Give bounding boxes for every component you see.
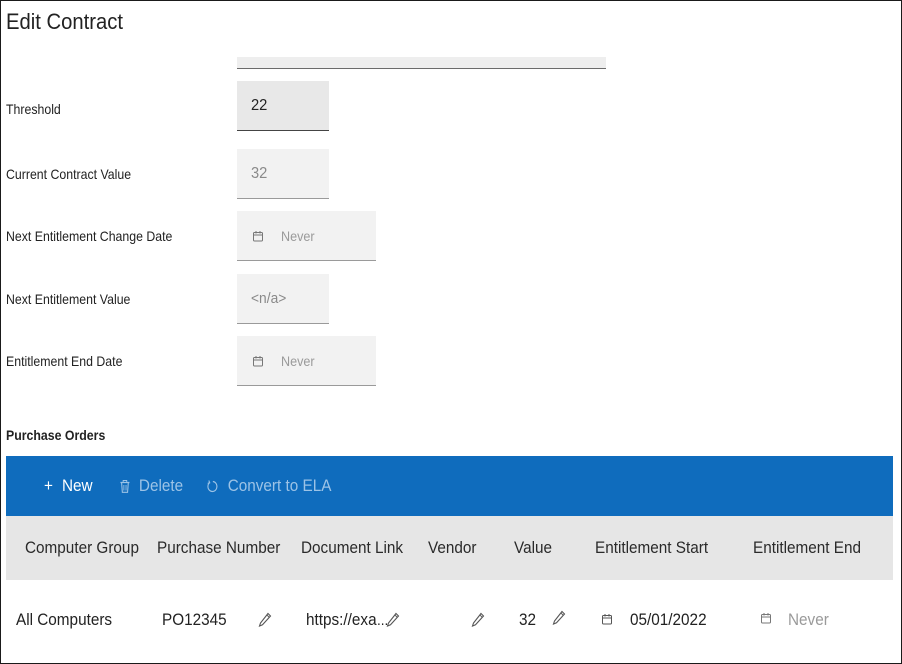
- threshold-input[interactable]: 22: [237, 81, 329, 131]
- top-partial-field[interactable]: [237, 57, 606, 69]
- column-header-computer-group[interactable]: Computer Group: [25, 516, 139, 580]
- cell-entitlement-end: Never: [788, 610, 829, 629]
- current-contract-value-field: 32: [237, 149, 329, 199]
- pencil-icon[interactable]: [552, 610, 566, 626]
- new-button[interactable]: + New: [44, 456, 93, 516]
- table-row[interactable]: All Computers PO12345 https://exa ... 32…: [6, 580, 893, 660]
- column-header-entitlement-start[interactable]: Entitlement Start: [595, 516, 708, 580]
- calendar-icon[interactable]: [601, 613, 613, 625]
- column-header-document-link[interactable]: Document Link: [301, 516, 403, 580]
- column-header-purchase-number[interactable]: Purchase Number: [157, 516, 280, 580]
- trash-icon: [120, 479, 130, 493]
- next-entitlement-change-date-value: Never: [281, 227, 315, 244]
- table-header: Computer Group Purchase Number Document …: [6, 516, 893, 580]
- purchase-orders-toolbar: + New Delete Convert to ELA: [6, 456, 893, 516]
- next-entitlement-value-field: <n/a>: [237, 274, 329, 324]
- pencil-icon[interactable]: [258, 612, 272, 628]
- cell-computer-group: All Computers: [16, 610, 113, 629]
- pencil-icon[interactable]: [471, 612, 485, 628]
- column-header-entitlement-end[interactable]: Entitlement End: [753, 516, 861, 580]
- next-entitlement-value: <n/a>: [251, 290, 287, 307]
- cell-entitlement-start: 05/01/2022: [630, 610, 707, 629]
- cell-document-link[interactable]: https://exa: [306, 580, 377, 660]
- current-contract-value-label: Current Contract Value: [6, 166, 132, 182]
- cell-value: 32: [519, 610, 537, 629]
- next-entitlement-change-date-field: Never: [237, 211, 376, 261]
- current-contract-value: 32: [251, 164, 268, 182]
- column-header-value[interactable]: Value: [514, 516, 552, 580]
- entitlement-end-date-field: Never: [237, 336, 376, 386]
- next-entitlement-value-label: Next Entitlement Value: [6, 291, 131, 307]
- entitlement-end-date-label: Entitlement End Date: [6, 353, 123, 369]
- purchase-orders-title: Purchase Orders: [6, 427, 106, 443]
- page-title: Edit Contract: [6, 9, 123, 34]
- convert-to-ela-button-label: Convert to ELA: [227, 476, 332, 495]
- cell-purchase-number: PO12345: [162, 610, 227, 629]
- pencil-icon[interactable]: [386, 612, 400, 628]
- convert-to-ela-button[interactable]: Convert to ELA: [207, 456, 331, 516]
- entitlement-end-date-value: Never: [281, 352, 315, 369]
- calendar-icon: [252, 230, 264, 242]
- next-entitlement-change-date-label: Next Entitlement Change Date: [6, 228, 173, 244]
- new-button-label: New: [61, 476, 93, 495]
- refresh-icon: [207, 479, 219, 493]
- threshold-value: 22: [251, 96, 268, 114]
- calendar-icon: [252, 355, 264, 367]
- delete-button-label: Delete: [138, 476, 184, 495]
- column-header-vendor[interactable]: Vendor: [428, 516, 477, 580]
- calendar-icon[interactable]: [760, 612, 772, 624]
- threshold-label: Threshold: [6, 101, 61, 117]
- plus-icon: +: [44, 476, 53, 495]
- delete-button[interactable]: Delete: [120, 456, 183, 516]
